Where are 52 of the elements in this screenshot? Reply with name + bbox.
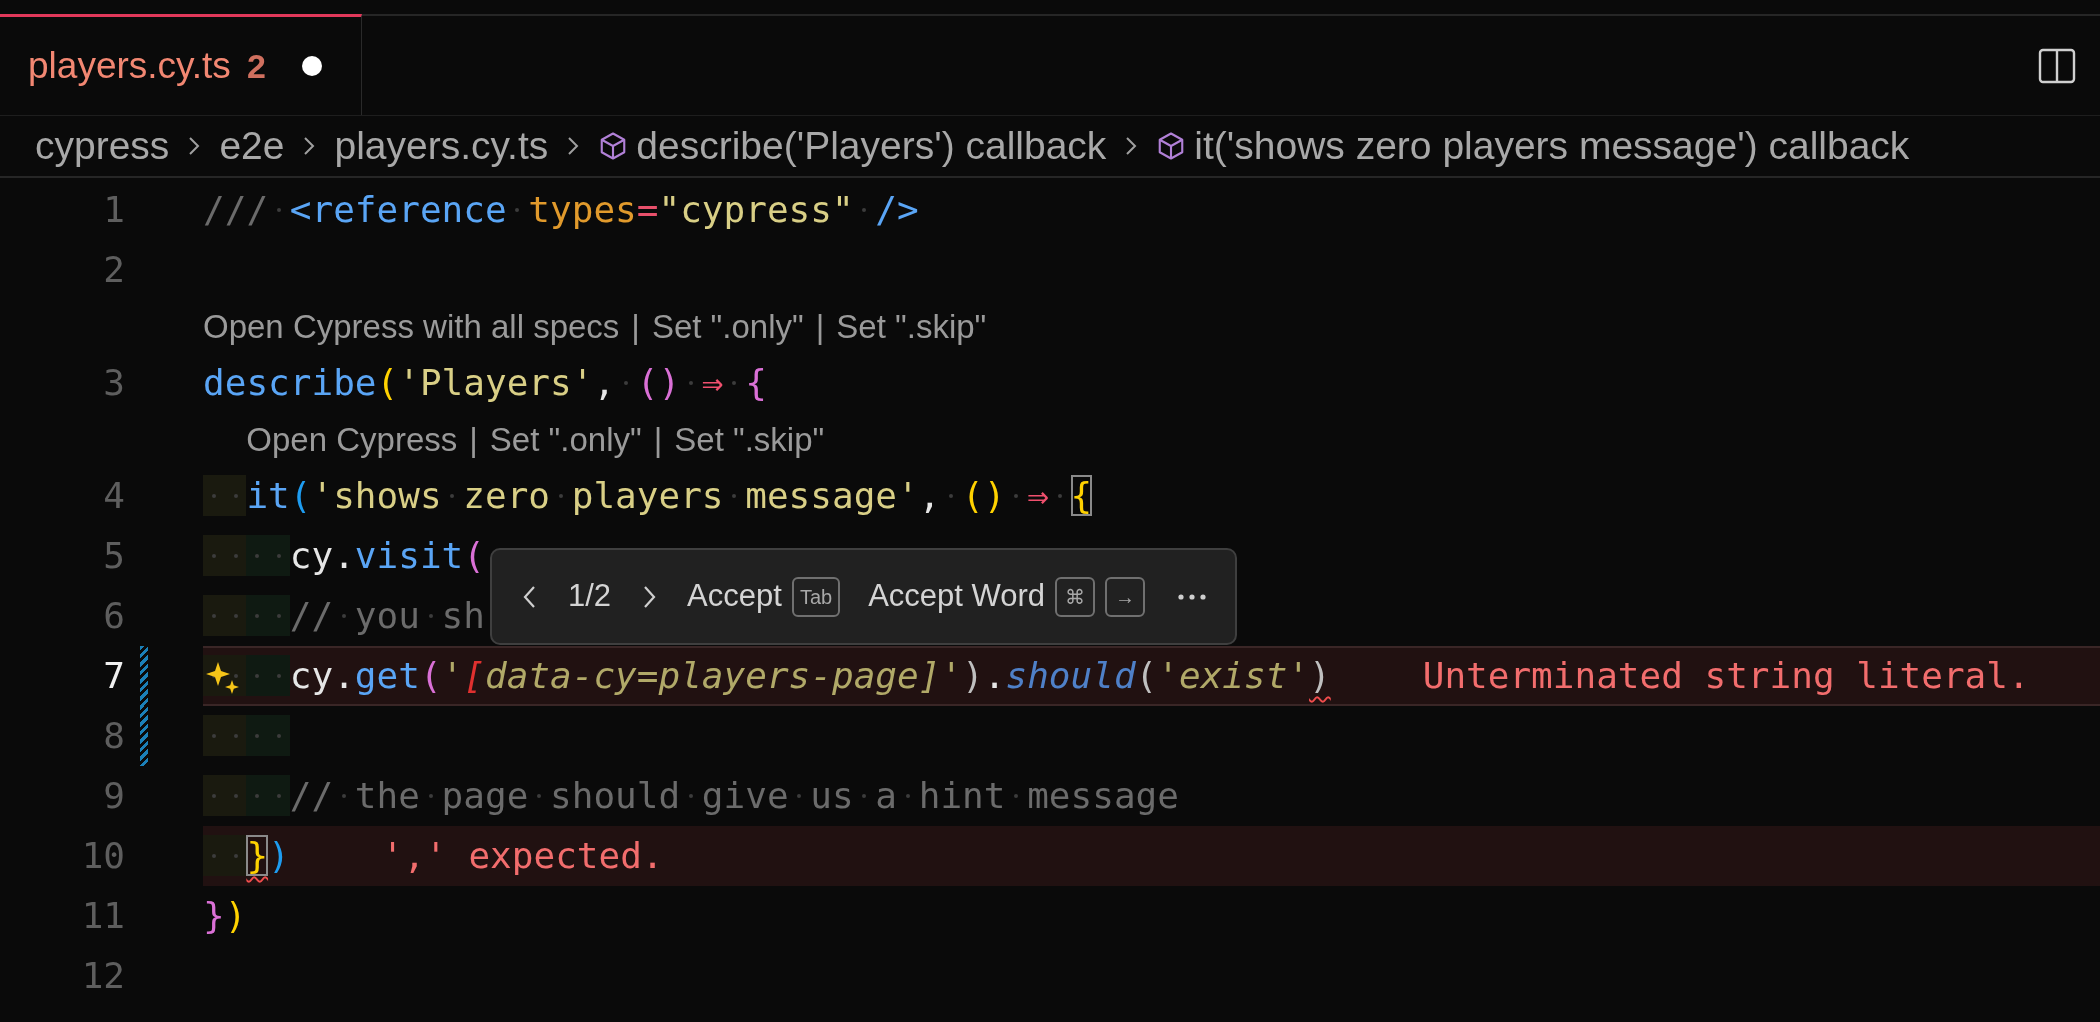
- line-number: 8: [102, 714, 125, 758]
- code-line: cy.get('[data-cy=players-page]').should('exist'): [203, 649, 1331, 703]
- code-line: it('shows zero players message', () ⇒ {: [203, 469, 1093, 523]
- line-number: 12: [80, 954, 125, 998]
- codelens-link[interactable]: Open Cypress with all specs: [203, 301, 620, 352]
- codelens-link[interactable]: Set ".skip": [674, 414, 825, 465]
- key-hint: ⌘: [1055, 576, 1096, 617]
- line-number: 7: [102, 654, 125, 698]
- codelens-link[interactable]: Set ".skip": [836, 301, 987, 352]
- line-number: 6: [102, 594, 125, 638]
- split-editor-icon[interactable]: [2038, 46, 2076, 85]
- code-line: }): [203, 829, 290, 883]
- sparkle-icon[interactable]: [205, 660, 241, 696]
- key-hint: Tab: [791, 576, 841, 617]
- editor-tab[interactable]: players.cy.ts 2: [0, 14, 362, 115]
- line-number: 2: [102, 248, 125, 292]
- accept-button[interactable]: Accept Word: [868, 573, 1046, 620]
- suggestion-counter: 1/2: [568, 577, 612, 616]
- line-number: 1: [102, 188, 125, 232]
- code-line: cy.visit(: [203, 529, 485, 583]
- code-line: }): [203, 894, 247, 938]
- separator: |: [653, 419, 663, 460]
- code-line: describe('Players', () ⇒ {: [203, 361, 767, 405]
- separator: |: [469, 419, 478, 460]
- accept-button[interactable]: Accept: [687, 573, 782, 620]
- breadcrumb-item[interactable]: it('shows zero players message') callback: [1194, 116, 1910, 176]
- line-number: 11: [80, 894, 125, 938]
- code-line: // you sh: [203, 589, 485, 643]
- tab-label: players.cy.ts: [28, 44, 231, 89]
- error-message: ',' expected.: [381, 834, 664, 878]
- change-marker[interactable]: [140, 646, 148, 706]
- change-marker[interactable]: [140, 706, 148, 766]
- line-number: 5: [102, 534, 125, 578]
- code-line: /// <reference types="cypress" />: [203, 188, 919, 232]
- line-number: 10: [80, 834, 125, 878]
- line-number: 3: [102, 361, 125, 405]
- breadcrumb-item[interactable]: describe('Players') callback: [636, 116, 1107, 176]
- error-message: Unterminated string literal.: [1422, 654, 2030, 698]
- breadcrumb-item[interactable]: cypress: [35, 116, 170, 176]
- codelens-link[interactable]: Open Cypress: [246, 414, 458, 465]
- codelens-link[interactable]: Set ".only": [489, 414, 642, 465]
- separator: |: [815, 306, 825, 347]
- breadcrumb-item[interactable]: players.cy.ts: [334, 116, 549, 176]
- breadcrumb-item[interactable]: e2e: [219, 116, 285, 176]
- problem-count: 2: [246, 45, 266, 87]
- key-hint: →: [1105, 576, 1146, 617]
- codelens-link[interactable]: Set ".only": [651, 301, 804, 352]
- code-line: // the page should give us a hint message: [203, 769, 1179, 823]
- more-icon[interactable]: [1177, 592, 1208, 601]
- line-number: 9: [102, 774, 125, 818]
- separator: |: [631, 306, 640, 347]
- line-number: 4: [102, 474, 125, 518]
